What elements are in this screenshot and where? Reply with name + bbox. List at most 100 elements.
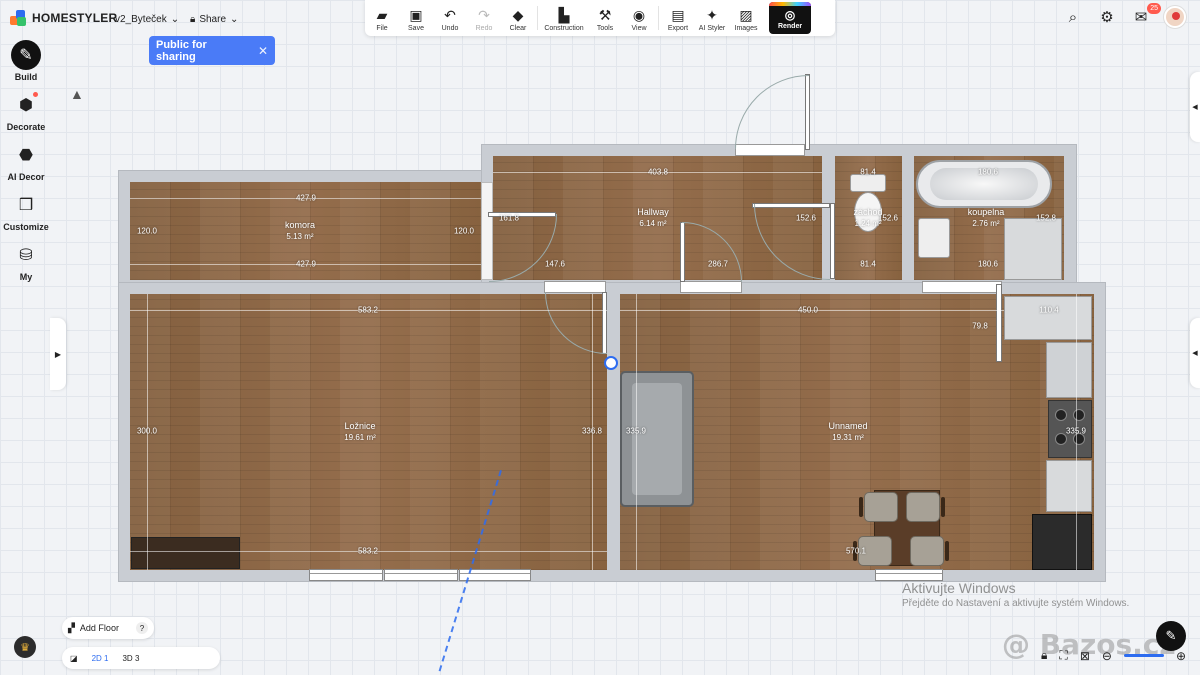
help-icon[interactable]: ? [136, 622, 148, 634]
opening-entrance [735, 144, 805, 156]
stove[interactable] [1048, 400, 1092, 458]
room-label-loznice[interactable]: Ložnice 19.61 m² [344, 421, 376, 443]
view-2d-button[interactable]: 2D 1 [92, 654, 109, 663]
bathtub[interactable] [916, 160, 1052, 208]
expand-right-panel-button[interactable]: ◀ [1190, 318, 1200, 388]
view-button[interactable]: ◉ View [622, 0, 656, 36]
washing-machine[interactable] [1004, 218, 1062, 280]
floor-zachod[interactable] [835, 156, 902, 280]
dimension-label: 81.4 [860, 259, 876, 269]
camera-switch-icon[interactable]: ⛶ [1059, 648, 1067, 663]
dining-table[interactable] [874, 490, 940, 566]
floor-koupelna[interactable] [914, 156, 1064, 280]
avatar[interactable] [1164, 6, 1186, 28]
close-icon[interactable]: ✕ [258, 44, 268, 58]
dimension-label: 583.2 [357, 546, 379, 556]
construction-button[interactable]: ▙ Construction [540, 0, 588, 36]
sink[interactable] [918, 218, 950, 258]
nav-decorate[interactable]: ⬢ Decorate [0, 90, 52, 132]
expand-right-panel-button[interactable]: ◀ [1190, 72, 1200, 142]
redo-label: Redo [475, 25, 493, 32]
undo-label: Undo [441, 25, 459, 32]
nav-ai-decor[interactable]: ⬣ AI Decor [0, 140, 52, 182]
render-button[interactable]: ◎ Render [769, 2, 811, 34]
export-button[interactable]: ▤ Export [661, 0, 695, 36]
tools-button[interactable]: ⚒ Tools [588, 0, 622, 36]
floor-living[interactable] [620, 294, 1094, 570]
room-label-komora[interactable]: komora 5.13 m² [285, 220, 315, 242]
nav-build[interactable]: ✎ Build [0, 40, 52, 82]
floor-komora[interactable] [130, 182, 481, 280]
floor-plan-canvas[interactable]: 427.9 427.9 120.0 120.0 403.8 161.8 147.… [0, 0, 1200, 675]
dining-chair[interactable] [906, 492, 945, 522]
dimension-label: 120.0 [453, 226, 475, 236]
door-kitchen-slide[interactable] [996, 284, 1002, 362]
window-loznice-2[interactable] [384, 569, 458, 581]
add-floor-label: Add Floor [79, 623, 119, 633]
floor-loznice[interactable] [130, 294, 607, 570]
room-label-zachod[interactable]: záchod 1.24 m² [853, 207, 882, 229]
door-zachod[interactable] [752, 203, 830, 208]
dim-line [130, 264, 481, 265]
save-button[interactable]: ▣ Save [399, 0, 433, 36]
images-button[interactable]: ▨ Images [729, 0, 763, 36]
door-hall-living[interactable] [680, 222, 685, 282]
wardrobe[interactable] [131, 537, 240, 569]
fit-view-icon[interactable]: ⊠ [1080, 649, 1090, 663]
search-document-icon[interactable]: ⌕ [1062, 6, 1084, 28]
add-floor-button[interactable]: ▞ Add Floor ? [62, 617, 154, 639]
sofa[interactable] [620, 371, 694, 507]
opening-komora-hallway [481, 182, 493, 280]
nav-customize[interactable]: ❒ Customize [0, 190, 52, 232]
kitchen-counter-bottom[interactable] [1046, 460, 1092, 512]
zoom-in-icon[interactable]: ⊕ [1176, 649, 1186, 663]
window-loznice-1[interactable] [309, 569, 383, 581]
undo-button[interactable]: ↶ Undo [433, 0, 467, 36]
window-loznice-3[interactable] [459, 569, 531, 581]
mail-icon[interactable]: ✉ 25 [1130, 3, 1161, 28]
toilet[interactable] [850, 174, 886, 238]
floor-hallway[interactable] [493, 156, 822, 280]
view-3d-button[interactable]: 3D 3 [122, 654, 139, 663]
expand-left-panel-button[interactable]: ▶ [50, 318, 66, 390]
dimension-label: 152.6 [877, 213, 899, 223]
share-button[interactable]: 🔒︎ Share ⌄ [190, 14, 238, 25]
clear-button[interactable]: ◆ Clear [501, 0, 535, 36]
ai-styler-button[interactable]: ✦ AI Styler [695, 0, 729, 36]
app-logo[interactable]: HOMESTYLER [10, 10, 117, 26]
dining-chair[interactable] [859, 492, 898, 522]
room-label-koupelna[interactable]: koupelna 2.76 m² [968, 207, 1005, 229]
project-name-dropdown[interactable]: v2_Byteček ⌄ [115, 14, 179, 25]
door-loznice[interactable] [602, 292, 607, 354]
door-entrance[interactable] [805, 74, 810, 150]
fridge[interactable] [1032, 514, 1092, 570]
render-label: Render [777, 23, 803, 30]
edit-icon[interactable]: ✎ [1156, 621, 1186, 651]
lock-icon[interactable]: 🔒︎ [1041, 648, 1047, 663]
kitchen-sink[interactable] [1046, 342, 1092, 398]
redo-button[interactable]: ↷ Redo [467, 0, 501, 36]
dimension-label: 161.8 [498, 213, 520, 223]
dining-chair[interactable] [910, 536, 949, 566]
homestyler-logo-icon [10, 10, 26, 26]
gear-icon[interactable]: ⚙ [1096, 6, 1118, 28]
zoom-slider[interactable] [1123, 654, 1164, 657]
layers-icon[interactable]: ◪ [70, 654, 78, 663]
camera-pivot-icon[interactable] [604, 356, 618, 370]
compass-icon[interactable]: ▲ [70, 86, 84, 102]
dining-chair[interactable] [853, 536, 892, 566]
dim-line [620, 310, 1004, 311]
room-label-hallway[interactable]: Hallway 6.14 m² [637, 207, 669, 229]
ai-styler-label: AI Styler [698, 25, 726, 32]
door-komora[interactable] [488, 212, 556, 217]
room-label-unnamed[interactable]: Unnamed 19.31 m² [828, 421, 867, 443]
kitchen-counter-top[interactable] [1004, 296, 1092, 340]
file-button[interactable]: ▰ File [365, 0, 399, 36]
redo-icon: ↷ [478, 7, 490, 23]
project-name: v2_Byteček [115, 14, 167, 25]
crown-icon[interactable]: ♛ [14, 636, 36, 658]
zoom-out-icon[interactable]: ⊖ [1102, 649, 1112, 663]
toolbar-divider [658, 6, 659, 30]
nav-my[interactable]: ⛁ My [0, 240, 52, 282]
public-sharing-label: Public for sharing [156, 38, 207, 63]
